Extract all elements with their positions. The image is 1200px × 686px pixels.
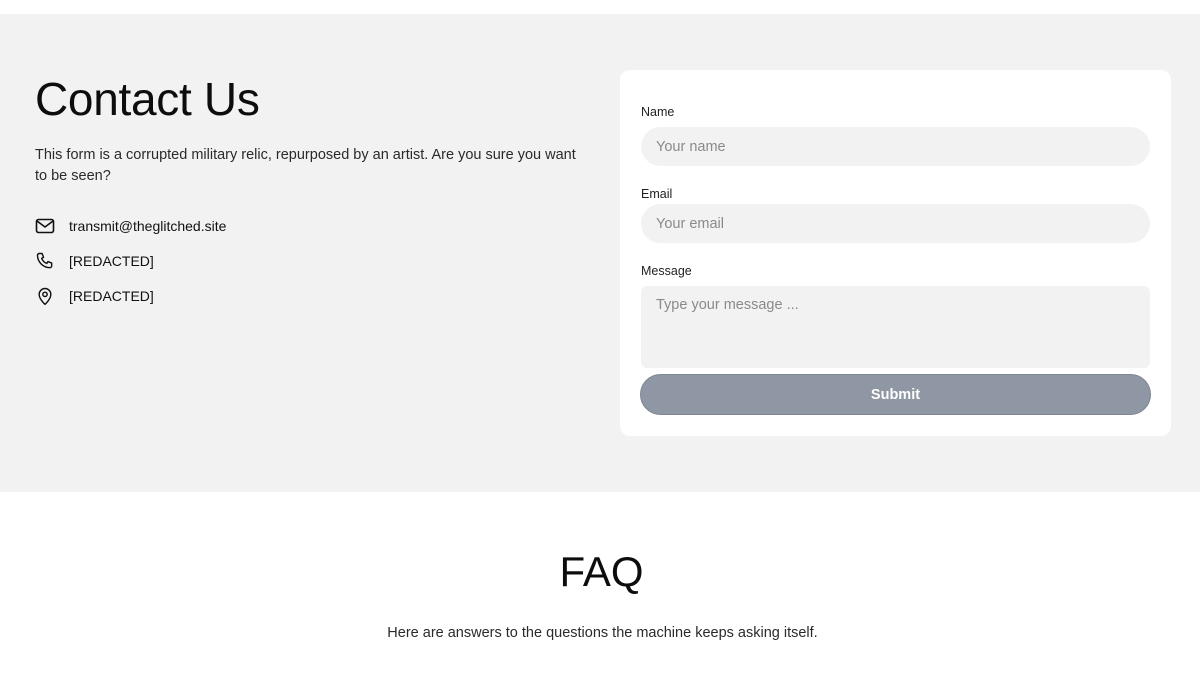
faq-title: FAQ: [559, 548, 644, 595]
name-input[interactable]: [641, 127, 1150, 166]
contact-address-text: [REDACTED]: [69, 288, 154, 304]
contact-email-row[interactable]: transmit@theglitched.site: [35, 216, 226, 236]
email-input[interactable]: [641, 204, 1150, 243]
contact-form: Name Email Message Submit: [620, 70, 1171, 436]
contact-section: Contact Us This form is a corrupted mili…: [0, 14, 1200, 492]
message-textarea[interactable]: [641, 286, 1150, 368]
location-pin-icon: [35, 286, 55, 306]
email-label: Email: [641, 187, 673, 201]
submit-button[interactable]: Submit: [640, 374, 1151, 415]
name-label: Name: [641, 105, 675, 119]
contact-email-text: transmit@theglitched.site: [69, 218, 227, 234]
top-strip: [0, 0, 1200, 14]
contact-phone-row[interactable]: [REDACTED]: [35, 251, 154, 271]
faq-section: FAQ Here are answers to the questions th…: [0, 492, 1200, 686]
contact-address-row[interactable]: [REDACTED]: [35, 286, 154, 306]
mail-icon: [35, 216, 55, 236]
page-title: Contact Us: [35, 73, 260, 125]
contact-description: This form is a corrupted military relic,…: [35, 147, 576, 184]
message-label: Message: [641, 264, 692, 278]
faq-subtitle: Here are answers to the questions the ma…: [387, 625, 818, 641]
phone-icon: [35, 251, 55, 271]
contact-phone-text: [REDACTED]: [69, 253, 154, 269]
